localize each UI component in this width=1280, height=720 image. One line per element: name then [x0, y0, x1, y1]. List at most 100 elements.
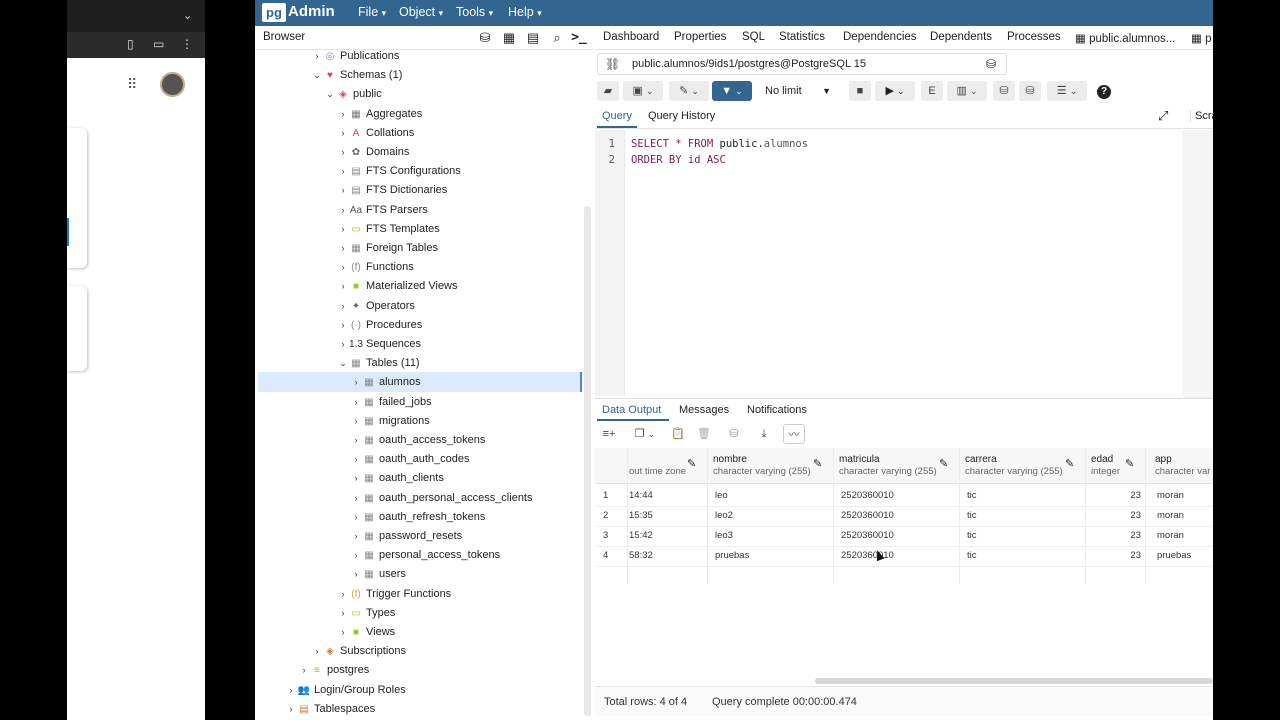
- tree-item[interactable]: › ◎ Publications: [311, 47, 400, 66]
- table-cell[interactable]: 14:44: [629, 486, 653, 506]
- chevron-right-icon[interactable]: ›: [350, 450, 362, 469]
- grid-horizontal-scrollbar[interactable]: [815, 678, 1213, 684]
- chevron-right-icon[interactable]: ›: [350, 508, 362, 527]
- table-cell[interactable]: 15:42: [629, 526, 653, 546]
- table-cell[interactable]: 23: [1111, 506, 1141, 526]
- edit-column-icon[interactable]: ✎: [939, 457, 948, 470]
- copy-button[interactable]: ❐ ⌄: [625, 424, 665, 444]
- apps-grid-icon[interactable]: ⠿: [127, 76, 137, 93]
- chevron-right-icon[interactable]: ›: [337, 297, 349, 316]
- filter-table-icon[interactable]: ▤: [525, 30, 541, 46]
- chevron-right-icon[interactable]: ›: [337, 143, 349, 162]
- database-icon[interactable]: ⛁: [477, 30, 493, 46]
- filter-button[interactable]: ▼ ⌄: [712, 81, 752, 101]
- table-cell[interactable]: pruebas: [715, 546, 749, 566]
- chevron-right-icon[interactable]: ›: [350, 546, 362, 565]
- avatar[interactable]: [160, 72, 185, 97]
- help-button[interactable]: ?: [1093, 81, 1115, 101]
- tree-item[interactable]: › ▦ oauth_clients: [350, 469, 444, 488]
- chevron-right-icon[interactable]: ›: [337, 201, 349, 220]
- tree-item[interactable]: › ▦ migrations: [350, 412, 430, 431]
- chevron-right-icon[interactable]: ›: [350, 565, 362, 584]
- open-file-button[interactable]: ▰: [597, 81, 619, 101]
- graph-button[interactable]: 〰: [783, 424, 805, 444]
- tab-dashboard[interactable]: Dashboard: [603, 31, 659, 43]
- tree-item[interactable]: › ▦ alumnos: [350, 373, 421, 392]
- chevron-right-icon[interactable]: ›: [350, 373, 362, 392]
- tab-dependencies[interactable]: Dependencies: [843, 31, 917, 43]
- chevron-right-icon[interactable]: ›: [337, 604, 349, 623]
- chevron-down-icon[interactable]: ⌄: [311, 66, 323, 85]
- chevron-right-icon[interactable]: ›: [311, 47, 323, 66]
- tree-item[interactable]: › ▭ FTS Templates: [337, 220, 440, 239]
- tree-item[interactable]: › ▤ Tablespaces: [285, 700, 376, 719]
- table-cell[interactable]: tic: [967, 546, 977, 566]
- table-cell[interactable]: leo: [715, 486, 728, 506]
- tree-item[interactable]: › ✦ Operators: [337, 297, 415, 316]
- table-cell[interactable]: 23: [1111, 526, 1141, 546]
- menu-object[interactable]: Object ▾: [399, 5, 443, 19]
- sidebar-icon[interactable]: ▯: [127, 37, 134, 51]
- table-cell[interactable]: 2520360010: [841, 546, 894, 566]
- paste-button[interactable]: 📋: [667, 424, 689, 444]
- table-cell[interactable]: 2520360010: [841, 506, 894, 526]
- tree-item[interactable]: ⌄ ▦ Tables (11): [337, 354, 419, 373]
- tab-query-alumnos[interactable]: ▦ public.alumnos...: [1075, 31, 1175, 45]
- edit-column-icon[interactable]: ✎: [813, 457, 822, 470]
- tab-properties[interactable]: Properties: [674, 31, 726, 43]
- tree-item[interactable]: › ▤ FTS Configurations: [337, 162, 461, 181]
- wallet-icon[interactable]: ▭: [153, 37, 164, 51]
- tree-item[interactable]: › ▦ Aggregates: [337, 105, 423, 124]
- column-header[interactable]: app character var: [1155, 454, 1210, 478]
- chevron-right-icon[interactable]: ›: [337, 220, 349, 239]
- tab-data-output[interactable]: Data Output: [602, 404, 661, 416]
- scratch-pad-panel[interactable]: [1182, 130, 1213, 398]
- tab-dependents[interactable]: Dependents: [930, 31, 992, 43]
- chevron-right-icon[interactable]: ›: [350, 431, 362, 450]
- table-cell[interactable]: moran: [1157, 526, 1184, 546]
- tree-item[interactable]: › ✿ Domains: [337, 143, 410, 162]
- tree-item[interactable]: › ■ Materialized Views: [337, 277, 458, 296]
- tree-item[interactable]: › ▤ FTS Dictionaries: [337, 181, 448, 200]
- edit-column-icon[interactable]: ✎: [687, 457, 696, 470]
- tab-query-history[interactable]: Query History: [648, 110, 715, 122]
- chevron-right-icon[interactable]: ›: [337, 181, 349, 200]
- table-cell[interactable]: leo3: [715, 526, 733, 546]
- execute-button[interactable]: ▶ ⌄: [875, 81, 915, 101]
- tab-overflow[interactable]: ▦ p: [1191, 31, 1211, 45]
- menu-tools[interactable]: Tools ▾: [456, 5, 493, 19]
- tree-item[interactable]: ⌄ ◈ public: [324, 85, 382, 104]
- tree-item[interactable]: › Aa FTS Parsers: [337, 201, 428, 220]
- tree-item[interactable]: ⌄ ♥ Schemas (1): [311, 66, 402, 85]
- chevron-right-icon[interactable]: ›: [337, 316, 349, 335]
- save-button[interactable]: ▣ ⌄: [623, 81, 663, 101]
- tree-item[interactable]: › ▦ failed_jobs: [350, 393, 432, 412]
- chevron-down-icon[interactable]: ⌄: [324, 85, 336, 104]
- macros-button[interactable]: ☰ ⌄: [1047, 81, 1087, 101]
- tree-item[interactable]: › A Collations: [337, 124, 415, 143]
- tree-item[interactable]: › ◈ Subscriptions: [311, 642, 407, 661]
- tab-processes[interactable]: Processes: [1007, 31, 1061, 43]
- table-view-icon[interactable]: ▦: [501, 30, 517, 46]
- chevron-down-icon[interactable]: ⌄: [183, 9, 192, 22]
- tree-item[interactable]: › 👥 Login/Group Roles: [285, 681, 406, 700]
- table-cell[interactable]: 23: [1111, 486, 1141, 506]
- table-cell[interactable]: tic: [967, 506, 977, 526]
- browser-scrollbar[interactable]: [584, 206, 591, 716]
- tree-item[interactable]: › ▦ Foreign Tables: [337, 239, 438, 258]
- table-cell[interactable]: tic: [967, 526, 977, 546]
- tree-item[interactable]: › ▦ users: [350, 565, 406, 584]
- chevron-right-icon[interactable]: ›: [350, 412, 362, 431]
- tree-item[interactable]: › ▦ oauth_auth_codes: [350, 450, 470, 469]
- chevron-right-icon[interactable]: ›: [337, 124, 349, 143]
- chevron-right-icon[interactable]: ›: [337, 258, 349, 277]
- tree-item[interactable]: › ▦ oauth_personal_access_clients: [350, 489, 533, 508]
- column-header[interactable]: matricula character varying (255): [839, 454, 937, 478]
- database-connect-icon[interactable]: ⛁: [986, 57, 996, 71]
- tree-item[interactable]: › ≡ postgres: [298, 661, 370, 680]
- edit-column-icon[interactable]: ✎: [1065, 457, 1074, 470]
- chevron-right-icon[interactable]: ›: [311, 642, 323, 661]
- connection-selector[interactable]: ⛓ public.alumnos/9ids1/postgres@PostgreS…: [597, 53, 1007, 75]
- chevron-down-icon[interactable]: ⌄: [337, 354, 349, 373]
- tab-notifications[interactable]: Notifications: [747, 404, 807, 416]
